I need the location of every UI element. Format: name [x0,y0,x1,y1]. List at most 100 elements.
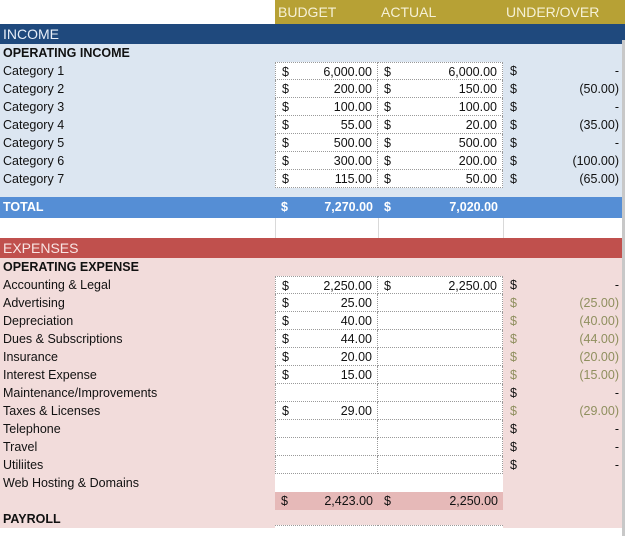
expense-under-over-cell[interactable]: $ (44.00) [503,330,622,348]
income-budget-cell[interactable]: $6,000.00 [275,62,378,80]
income-under-over-cell[interactable]: $ (50.00) [503,80,622,98]
expense-budget-cell[interactable] [275,438,378,456]
expense-row-label[interactable]: Dues & Subscriptions [0,330,275,348]
expense-row-label[interactable]: Travel [0,438,275,456]
expense-subtotal-budget-cell[interactable]: $ 2,423.00 [275,492,378,510]
expense-budget-cell[interactable]: $44.00 [275,330,378,348]
income-under-over-cell[interactable]: $ - [503,98,622,116]
expense-actual-cell[interactable] [378,330,503,348]
income-row: Category 1 $6,000.00 $6,000.00 $ - [0,62,625,80]
column-divider [378,218,379,238]
expense-actual-cell[interactable] [378,384,503,402]
income-row-label[interactable]: Category 4 [0,116,275,134]
operating-income-title[interactable]: OPERATING INCOME [0,44,275,62]
income-actual-cell[interactable]: $200.00 [378,152,503,170]
income-actual-cell[interactable]: $20.00 [378,116,503,134]
income-section-title[interactable]: INCOME [0,24,275,44]
expense-under-over-cell[interactable]: $ - [503,420,622,438]
expense-row-label[interactable]: Interest Expense [0,366,275,384]
expense-actual-cell[interactable]: $2,250.00 [378,276,503,294]
expense-row-label[interactable]: Utiliites [0,456,275,474]
expense-row-label[interactable]: Insurance [0,348,275,366]
income-actual-cell[interactable]: $6,000.00 [378,62,503,80]
expense-actual-cell[interactable] [378,420,503,438]
income-budget-cell[interactable]: $55.00 [275,116,378,134]
expense-under-over-cell[interactable]: $ - [503,438,622,456]
expense-under-over-cell[interactable]: $ (20.00) [503,348,622,366]
expense-row-label[interactable]: Telephone [0,420,275,438]
income-row-label[interactable]: Category 5 [0,134,275,152]
expense-actual-cell[interactable] [378,474,503,492]
expense-budget-cell[interactable] [275,474,378,492]
income-budget-cell[interactable]: $200.00 [275,80,378,98]
column-header-under-over[interactable]: UNDER/OVER [503,0,625,24]
income-budget-cell[interactable]: $115.00 [275,170,378,188]
currency-symbol: $ [510,332,517,346]
expense-subtotal-actual-cell[interactable]: $ 2,250.00 [378,492,503,510]
expense-budget-cell[interactable]: $2,250.00 [275,276,378,294]
expense-under-over-cell[interactable]: $ (29.00) [503,402,622,420]
expense-row-label[interactable]: Taxes & Licenses [0,402,275,420]
income-budget-value: 55.00 [340,118,372,132]
income-total-row: TOTAL $ 7,270.00 $ 7,020.00 [0,197,625,218]
income-budget-cell[interactable]: $500.00 [275,134,378,152]
currency-symbol: $ [281,200,288,214]
expense-under-over-cell[interactable]: $ (25.00) [503,294,622,312]
expense-actual-cell[interactable] [378,438,503,456]
income-row-label[interactable]: Category 3 [0,98,275,116]
expense-budget-cell[interactable]: $29.00 [275,402,378,420]
operating-expense-title[interactable]: OPERATING EXPENSE [0,258,275,276]
expense-under-over-value: (25.00) [579,296,619,310]
expense-under-over-cell[interactable]: $ - [503,384,622,402]
expense-budget-cell[interactable]: $20.00 [275,348,378,366]
expenses-section-title[interactable]: EXPENSES [0,238,275,258]
expense-under-over-cell[interactable]: $ - [503,276,622,294]
expense-budget-cell[interactable]: $25.00 [275,294,378,312]
income-row-label[interactable]: Category 1 [0,62,275,80]
expense-actual-cell[interactable] [378,366,503,384]
expense-row: Insurance $20.00 $ (20.00) [0,348,625,366]
expense-budget-cell[interactable]: $15.00 [275,366,378,384]
expense-under-over-cell[interactable]: $ (40.00) [503,312,622,330]
income-under-over-cell[interactable]: $ (65.00) [503,170,622,188]
column-header-actual[interactable]: ACTUAL [378,0,503,24]
income-under-over-cell[interactable]: $ (100.00) [503,152,622,170]
expense-row-label[interactable]: Advertising [0,294,275,312]
income-row-label[interactable]: Category 7 [0,170,275,188]
expense-budget-cell[interactable] [275,384,378,402]
income-row-label[interactable]: Category 2 [0,80,275,98]
income-budget-cell[interactable]: $300.00 [275,152,378,170]
expense-row-label[interactable]: Web Hosting & Domains [0,474,275,492]
income-actual-value: 150.00 [458,82,497,96]
expense-actual-cell[interactable] [378,294,503,312]
total-label[interactable]: TOTAL [0,197,275,218]
total-actual-cell[interactable]: $ 7,020.00 [378,197,503,218]
expense-budget-cell[interactable]: $40.00 [275,312,378,330]
expense-row-label[interactable]: Depreciation [0,312,275,330]
income-under-over-cell[interactable]: $ - [503,134,622,152]
expense-under-over-cell[interactable]: $ - [503,456,622,474]
column-header-budget[interactable]: BUDGET [275,0,378,24]
expense-actual-cell[interactable] [378,402,503,420]
total-actual-value: 7,020.00 [449,200,498,214]
currency-symbol: $ [282,65,289,79]
income-row-label[interactable]: Category 6 [0,152,275,170]
expense-budget-cell[interactable] [275,456,378,474]
expense-actual-cell[interactable] [378,456,503,474]
expense-actual-cell[interactable] [378,348,503,366]
column-divider [503,218,504,238]
income-actual-cell[interactable]: $150.00 [378,80,503,98]
expense-under-over-cell[interactable]: $ (15.00) [503,366,622,384]
expense-row-label[interactable]: Accounting & Legal [0,276,275,294]
payroll-title[interactable]: PAYROLL [0,510,275,528]
income-under-over-cell[interactable]: $ - [503,62,622,80]
income-actual-cell[interactable]: $100.00 [378,98,503,116]
income-budget-cell[interactable]: $100.00 [275,98,378,116]
income-actual-cell[interactable]: $50.00 [378,170,503,188]
expense-budget-cell[interactable] [275,420,378,438]
income-actual-cell[interactable]: $500.00 [378,134,503,152]
expense-actual-cell[interactable] [378,312,503,330]
income-under-over-cell[interactable]: $ (35.00) [503,116,622,134]
expense-row-label[interactable]: Maintenance/Improvements [0,384,275,402]
total-budget-cell[interactable]: $ 7,270.00 [275,197,378,218]
